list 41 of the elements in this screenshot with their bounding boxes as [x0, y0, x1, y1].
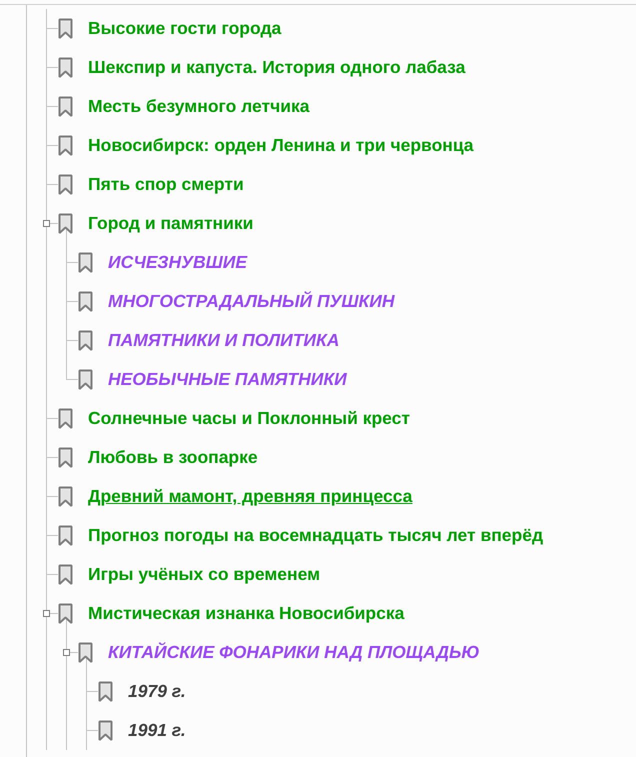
bookmark-link[interactable]: Любовь в зоопарке: [88, 447, 258, 468]
bookmark-icon: [58, 524, 73, 546]
bookmark-icon: [58, 174, 73, 196]
bookmark-icon: [58, 408, 73, 430]
expand-toggle[interactable]: [63, 649, 70, 656]
expand-toggle[interactable]: [43, 220, 50, 227]
bookmark-link[interactable]: Прогноз погоды на восемнадцать тысяч лет вперёд: [88, 525, 544, 546]
bookmark-link[interactable]: МНОГОСТРАДАЛЬНЫЙ ПУШКИН: [108, 291, 395, 312]
bookmark-icon: [58, 602, 73, 624]
bookmark-link[interactable]: 1979 г.: [128, 681, 186, 702]
bookmark-icon: [78, 368, 93, 390]
bookmark-link[interactable]: Высокие гости города: [88, 18, 282, 39]
bookmark-icon: [58, 134, 73, 156]
expand-toggle[interactable]: [43, 610, 50, 617]
bookmark-icon: [58, 56, 73, 78]
bookmark-icon: [78, 330, 93, 352]
bookmark-icon: [58, 212, 73, 234]
bookmark-link[interactable]: Игры учёных со временем: [88, 564, 320, 585]
bookmark-icon: [98, 720, 113, 742]
bookmark-icon: [78, 642, 93, 664]
bookmark-link[interactable]: КИТАЙСКИЕ ФОНАРИКИ НАД ПЛОЩАДЬЮ: [108, 642, 480, 663]
bookmark-link[interactable]: ПАМЯТНИКИ И ПОЛИТИКА: [108, 330, 340, 351]
bookmark-link[interactable]: НЕОБЫЧНЫЕ ПАМЯТНИКИ: [108, 369, 347, 390]
bookmark-icon: [58, 96, 73, 118]
bookmark-icon: [78, 290, 93, 312]
bookmark-link[interactable]: Город и памятники: [88, 213, 254, 234]
bookmark-link[interactable]: 1991 г.: [128, 720, 186, 741]
bookmark-icon: [58, 446, 73, 468]
bookmark-icon: [58, 18, 73, 40]
bookmark-icon: [58, 564, 73, 586]
bookmark-link[interactable]: Солнечные часы и Поклонный крест: [88, 408, 410, 429]
bookmark-icon: [58, 486, 73, 508]
bookmark-icon: [98, 680, 113, 702]
bookmark-link[interactable]: Пять спор смерти: [88, 174, 244, 195]
bookmark-link[interactable]: Шекспир и капуста. История одного лабаза: [88, 57, 466, 78]
bookmark-link[interactable]: Месть безумного летчика: [88, 96, 310, 117]
bookmark-link[interactable]: ИСЧЕЗНУВШИЕ: [108, 252, 248, 273]
bookmark-link[interactable]: Древний мамонт, древняя принцесса: [88, 486, 412, 507]
bookmark-link[interactable]: Новосибирск: орден Ленина и три червонца: [88, 135, 474, 156]
bookmark-icon: [78, 252, 93, 274]
bookmark-link[interactable]: Мистическая изнанка Новосибирска: [88, 603, 404, 624]
